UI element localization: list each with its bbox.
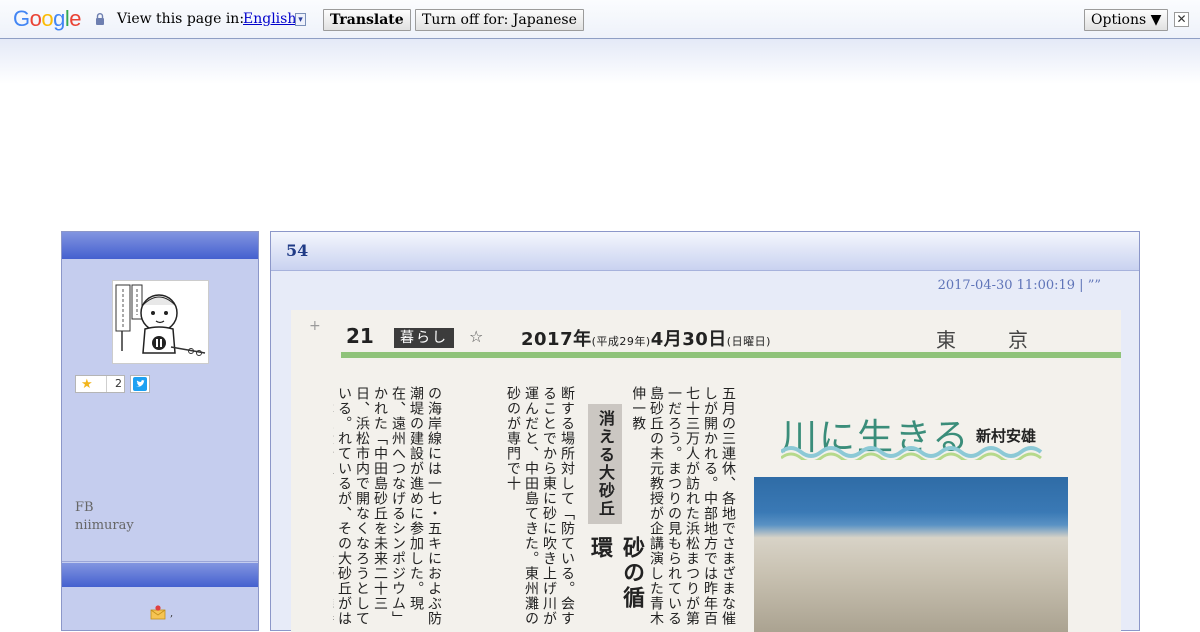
sidebar: ★ 2 FB niimuray ,	[61, 231, 259, 631]
article-column-1: の海岸線には一七・五キにおよぶ防潮堤の建設が進めに参加した。現在、遠州へつなげる…	[333, 386, 442, 626]
newspaper-rule	[341, 352, 1121, 358]
sidebar-header-2	[62, 563, 258, 587]
turn-off-button[interactable]: Turn off for: Japanese	[415, 9, 584, 31]
mail-separator: ,	[170, 608, 174, 619]
mascot-illustration	[115, 284, 206, 356]
entry-header: 54	[271, 232, 1139, 271]
plus-icon: +	[309, 318, 321, 334]
translate-bar-shadow	[0, 39, 1200, 84]
view-page-in-label: View this page in:	[117, 11, 245, 27]
newspaper-image: + 21 暮らし ☆ 2017年(平成29年)4月30日(日曜日) 東京 の海岸…	[291, 310, 1121, 632]
star-count: 2	[106, 376, 122, 392]
wave-decoration	[781, 446, 1043, 460]
translate-button[interactable]: Translate	[323, 9, 411, 31]
newspaper-section-label: 暮らし	[394, 328, 454, 348]
newspaper-star: ☆	[469, 327, 484, 346]
fb-label: FB	[75, 500, 94, 515]
chevron-down-icon[interactable]: ▾	[295, 13, 306, 26]
lock-icon	[96, 13, 104, 25]
newspaper-date: 2017年(平成29年)4月30日(日曜日)	[521, 329, 771, 350]
twitter-icon	[133, 377, 147, 391]
mail-icon[interactable]	[150, 604, 166, 620]
entry-panel: 54 2017-04-30 11:00:19 | ”” + 21 暮らし ☆ 2…	[270, 231, 1140, 632]
twitter-share-button[interactable]	[130, 375, 150, 393]
close-icon[interactable]: ✕	[1174, 12, 1189, 27]
entry-title[interactable]: 54	[286, 241, 308, 260]
article-subheadline: 消える大砂丘	[588, 404, 622, 524]
article-column-3: 五月の三連休、各地でさまざまな催しが開かれる。中部地方では昨年百七十三万人が訪れ…	[633, 386, 736, 626]
fb-username[interactable]: niimuray	[75, 518, 134, 533]
sidebar-header	[62, 232, 258, 259]
translate-bar: Google View this page in: English ▾ Tran…	[0, 0, 1200, 39]
article-column-2: 断する場所対して「防ている。会することでから東に砂に吹き上げ川が運んだと、中田島…	[505, 386, 575, 626]
serial-author: 新村安雄	[976, 427, 1037, 445]
avatar	[112, 280, 209, 364]
entry-datetime: 2017-04-30 11:00:19 | ””	[937, 278, 1101, 293]
options-button[interactable]: Options ▼	[1084, 9, 1169, 31]
newspaper-masthead: 東京	[936, 328, 1080, 352]
sidebar-divider	[62, 561, 258, 562]
newspaper-page-number: 21	[346, 324, 374, 348]
google-logo: Google	[13, 6, 82, 31]
star-icon: ★	[81, 377, 93, 392]
language-select[interactable]: English	[243, 11, 296, 27]
star-button[interactable]: ★ 2	[75, 375, 125, 393]
coast-photo	[754, 477, 1068, 632]
